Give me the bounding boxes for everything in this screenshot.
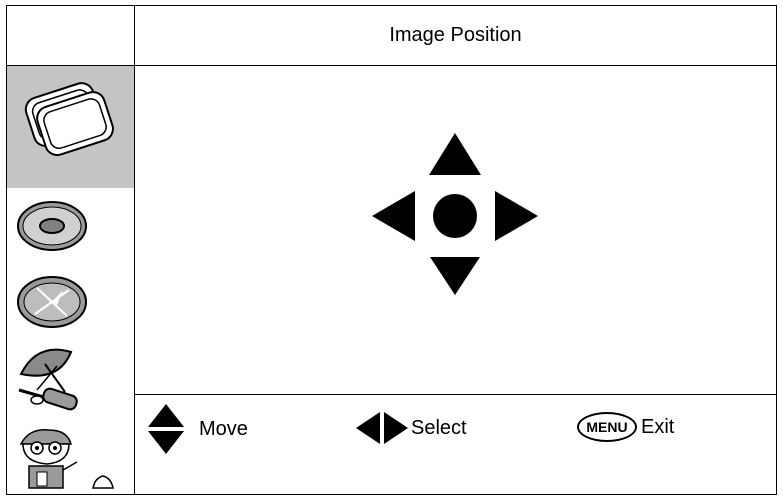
right-arrow-icon[interactable]	[495, 191, 538, 241]
move-hint: Move	[147, 403, 248, 455]
overlapping-frames-icon	[24, 82, 114, 157]
sidebar-item-character[interactable]	[7, 426, 134, 494]
main-panel	[135, 66, 776, 394]
sidebar-item-disc[interactable]	[7, 196, 134, 256]
down-arrow-icon[interactable]	[430, 257, 480, 295]
left-arrow-icon[interactable]	[372, 191, 415, 241]
select-label: Select	[411, 416, 467, 439]
exit-label: Exit	[641, 415, 675, 438]
center-dot-icon[interactable]	[433, 194, 477, 238]
sidebar-item-satellite[interactable]	[7, 340, 134, 420]
select-hint: Select	[355, 410, 467, 446]
osd-menu-frame: Image Position Move Select MENU Exit	[6, 5, 777, 495]
up-arrow-icon[interactable]	[429, 133, 481, 175]
footer-hints: Move Select MENU Exit	[135, 394, 776, 495]
cartoon-character-icon	[19, 429, 114, 489]
exit-hint: MENU Exit	[577, 412, 674, 442]
sidebar	[7, 6, 135, 494]
sidebar-item-image-settings[interactable]	[7, 66, 134, 188]
up-down-arrows-icon	[148, 404, 184, 454]
move-label: Move	[199, 417, 248, 440]
sidebar-header-blank	[7, 6, 134, 66]
compass-dial-icon	[17, 276, 87, 328]
menu-key-button[interactable]: MENU	[577, 412, 637, 442]
sidebar-item-compass[interactable]	[7, 272, 134, 332]
satellite-dish-icon	[18, 348, 78, 411]
page-title: Image Position	[135, 6, 776, 66]
disc-icon	[17, 201, 87, 251]
left-right-arrows-icon	[356, 412, 408, 444]
position-dpad	[372, 133, 538, 295]
